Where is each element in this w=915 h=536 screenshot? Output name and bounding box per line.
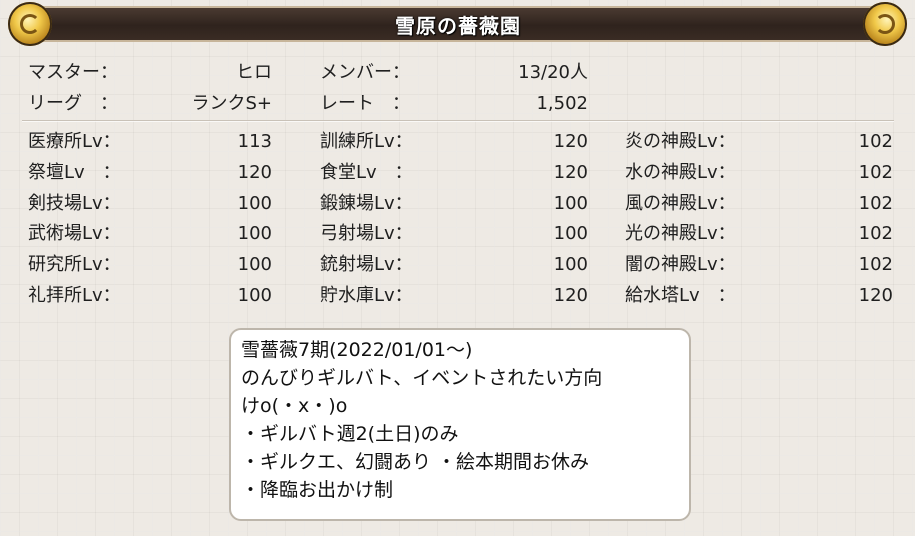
facility-level-value: 100 bbox=[553, 193, 588, 214]
facility-label: 研究所Lv： bbox=[28, 254, 121, 275]
facility-level-value: 100 bbox=[553, 223, 588, 244]
facility-level-value: 102 bbox=[858, 131, 893, 152]
facility-level-value: 100 bbox=[237, 223, 272, 244]
facility-level-value: 120 bbox=[858, 285, 893, 306]
facility-label: 鍛錬場Lv： bbox=[320, 193, 413, 214]
facility-level-value: 102 bbox=[858, 193, 893, 214]
master-label: マスター： bbox=[28, 62, 118, 83]
ornament-right-icon bbox=[863, 2, 907, 46]
comment-line: ・降臨お出かけ制 bbox=[241, 479, 394, 501]
comment-line: けo(・x・)o bbox=[241, 395, 348, 417]
facility-level-value: 100 bbox=[237, 193, 272, 214]
facility-label: 貯水庫Lv： bbox=[320, 285, 413, 306]
comment-line: ・ギルクエ、幻闘あり ・絵本期間お休み bbox=[241, 451, 590, 473]
facility-label: 炎の神殿Lv： bbox=[625, 131, 736, 152]
facility-label: 武術場Lv： bbox=[28, 223, 121, 244]
ornament-left-icon bbox=[8, 2, 52, 46]
facility-level-value: 100 bbox=[237, 254, 272, 275]
comment-line: のんびりギルバト、イベントされたい方向 bbox=[241, 367, 603, 389]
facility-level-value: 102 bbox=[858, 223, 893, 244]
league-label: リーグ ： bbox=[28, 93, 118, 114]
member-value: 13/20人 bbox=[518, 62, 588, 83]
facility-level-value: 120 bbox=[237, 162, 272, 183]
master-value: ヒロ bbox=[236, 62, 272, 83]
guild-name-title: 雪原の薔薇園 bbox=[395, 13, 521, 38]
facility-label: 礼拝所Lv： bbox=[28, 285, 121, 306]
member-label: メンバー： bbox=[320, 62, 410, 83]
comment-line: ・ギルバト週2(土日)のみ bbox=[241, 423, 459, 445]
facility-level-value: 120 bbox=[553, 285, 588, 306]
facility-label: 医療所Lv： bbox=[28, 131, 121, 152]
facility-label: 剣技場Lv： bbox=[28, 193, 121, 214]
facility-label: 水の神殿Lv： bbox=[625, 162, 736, 183]
facility-label: 銃射場Lv： bbox=[320, 254, 413, 275]
facility-label: 祭壇Lv ： bbox=[28, 162, 121, 183]
facility-label: 闇の神殿Lv： bbox=[625, 254, 736, 275]
facility-label: 風の神殿Lv： bbox=[625, 193, 736, 214]
rate-label: レート ： bbox=[320, 93, 410, 114]
facility-level-value: 113 bbox=[237, 131, 272, 152]
facility-label: 弓射場Lv： bbox=[320, 223, 413, 244]
facility-level-value: 120 bbox=[553, 131, 588, 152]
facility-level-value: 102 bbox=[858, 254, 893, 275]
facility-label: 食堂Lv ： bbox=[320, 162, 413, 183]
facility-level-value: 102 bbox=[858, 162, 893, 183]
facility-label: 訓練所Lv： bbox=[320, 131, 413, 152]
facility-level-value: 120 bbox=[553, 162, 588, 183]
comment-line: 雪薔薇7期(2022/01/01～) bbox=[241, 339, 473, 361]
rate-value: 1,502 bbox=[536, 93, 588, 114]
facility-level-value: 100 bbox=[237, 285, 272, 306]
facility-label: 光の神殿Lv： bbox=[625, 223, 736, 244]
facility-level-value: 100 bbox=[553, 254, 588, 275]
guild-comment-box: 雪薔薇7期(2022/01/01～) のんびりギルバト、イベントされたい方向 け… bbox=[229, 328, 691, 521]
divider bbox=[22, 120, 894, 121]
facility-label: 給水塔Lv ： bbox=[625, 285, 736, 306]
title-bar: 雪原の薔薇園 bbox=[22, 6, 894, 42]
league-value: ランクS+ bbox=[191, 93, 272, 114]
